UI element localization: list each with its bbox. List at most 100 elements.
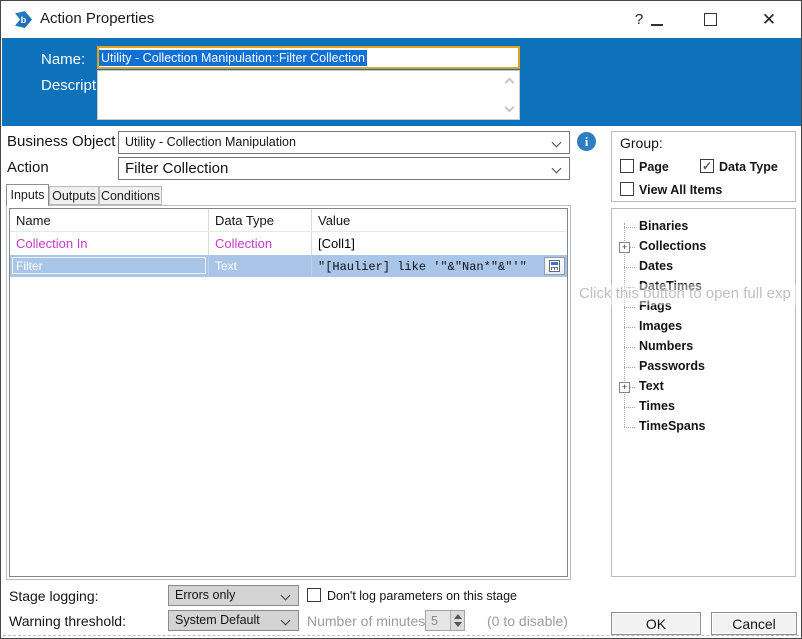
tree-item-text[interactable]: + Text: [612, 377, 795, 397]
dont-log-parameters-checkbox[interactable]: [307, 588, 321, 602]
info-icon[interactable]: i: [577, 132, 596, 151]
spinner-buttons[interactable]: [450, 611, 464, 630]
resize-edge[interactable]: [3, 635, 799, 636]
tab-conditions[interactable]: Conditions: [99, 186, 162, 205]
business-object-label: Business Object: [7, 133, 116, 150]
scroll-up-icon[interactable]: [504, 77, 515, 88]
view-all-items-checkbox-label: View All Items: [639, 183, 723, 197]
tree-item-label: Times: [639, 399, 675, 413]
minutes-spinner[interactable]: 5: [425, 610, 465, 631]
tree-item-label: Dates: [639, 259, 674, 273]
chevron-down-icon: [280, 590, 291, 601]
param-name: Collection In: [10, 232, 209, 255]
disable-hint-label: (0 to disable): [487, 613, 568, 629]
table-header-row: Name Data Type Value: [10, 209, 567, 232]
tree-item-collections[interactable]: + Collections: [612, 237, 795, 257]
table-row[interactable]: Collection In Collection [Coll1]: [10, 232, 567, 255]
description-input[interactable]: [97, 70, 520, 120]
data-type-checkbox[interactable]: ✓: [700, 159, 714, 173]
tree-item-label: Collections: [639, 239, 707, 253]
chevron-down-icon: [551, 163, 562, 174]
stage-logging-dropdown[interactable]: Errors only: [168, 585, 299, 606]
action-value: Filter Collection: [125, 160, 229, 177]
param-value-expression[interactable]: "[Haulier] like '"&"Nan*"&"'": [312, 255, 567, 277]
title-bar[interactable]: b Action Properties ? ✕: [1, 1, 801, 38]
fading-tooltip: Click this button to open full exp: [574, 284, 801, 305]
expression-editor-button[interactable]: [544, 257, 565, 275]
parameters-table: Name Data Type Value Collection In Colle…: [9, 208, 568, 577]
ok-button[interactable]: OK: [611, 612, 701, 635]
tree-connector: [624, 347, 635, 348]
blueprism-logo-icon: b: [15, 11, 32, 28]
param-value[interactable]: [Coll1]: [312, 232, 567, 255]
maximize-icon: [703, 13, 717, 26]
tree-item-label: Text: [639, 379, 664, 393]
tree-item-dates[interactable]: Dates: [612, 257, 795, 277]
column-header-value[interactable]: Value: [312, 209, 567, 231]
scroll-down-icon[interactable]: [504, 102, 515, 113]
window-title: Action Properties: [40, 10, 155, 27]
name-input[interactable]: Utility - Collection Manipulation::Filte…: [97, 46, 520, 69]
inputs-tab-page: Name Data Type Value Collection In Colle…: [6, 205, 571, 580]
minimize-icon: [651, 23, 663, 26]
cancel-button[interactable]: Cancel: [711, 612, 797, 635]
page-checkbox[interactable]: [620, 159, 634, 173]
tree-connector: [624, 367, 635, 368]
param-name-editbox[interactable]: Filter: [12, 257, 206, 274]
tab-inputs[interactable]: Inputs: [6, 184, 49, 206]
tree-item-label: Images: [639, 319, 683, 333]
page-checkbox-label: Page: [639, 160, 669, 174]
tree-connector: [624, 307, 635, 308]
warning-threshold-value: System Default: [175, 613, 260, 627]
tree-item-binaries[interactable]: Binaries: [612, 217, 795, 237]
action-dropdown[interactable]: Filter Collection: [118, 157, 570, 180]
tree-connector: [624, 427, 635, 428]
warning-threshold-label: Warning threshold:: [9, 613, 126, 629]
column-header-name[interactable]: Name: [10, 209, 209, 231]
tree-item-passwords[interactable]: Passwords: [612, 357, 795, 377]
group-title: Group:: [620, 135, 663, 151]
name-input-selected-text: Utility - Collection Manipulation::Filte…: [99, 49, 367, 66]
column-header-data-type[interactable]: Data Type: [209, 209, 312, 231]
tree-expand-icon[interactable]: +: [619, 382, 630, 393]
tree-expand-icon[interactable]: +: [619, 242, 630, 253]
dialog-header: Name: Utility - Collection Manipulation:…: [2, 38, 801, 126]
spinner-down-icon[interactable]: [454, 622, 462, 627]
view-all-items-checkbox[interactable]: [620, 182, 634, 196]
tree-item-label: Binaries: [639, 219, 689, 233]
data-type-checkbox-label: Data Type: [719, 160, 778, 174]
tree-item-timespans[interactable]: TimeSpans: [612, 417, 795, 437]
tree-item-label: TimeSpans: [639, 419, 706, 433]
close-button[interactable]: ✕: [754, 1, 784, 38]
stage-logging-value: Errors only: [175, 588, 236, 602]
tree-connector: [624, 227, 635, 228]
spinner-up-icon[interactable]: [454, 614, 462, 619]
table-row-selected[interactable]: Filter Text "[Haulier] like '"&"Nan*"&"'…: [10, 255, 567, 277]
tree-connector: [624, 327, 635, 328]
tree-item-label: Passwords: [639, 359, 706, 373]
maximize-button[interactable]: [697, 1, 723, 38]
param-data-type: Collection: [209, 232, 312, 255]
name-label: Name:: [41, 51, 86, 68]
dont-log-parameters-label: Don't log parameters on this stage: [327, 589, 517, 603]
tab-outputs[interactable]: Outputs: [49, 186, 99, 205]
param-name-cell: Filter: [10, 255, 209, 277]
tree-item-times[interactable]: Times: [612, 397, 795, 417]
warning-threshold-dropdown[interactable]: System Default: [168, 610, 299, 631]
minimize-button[interactable]: [646, 1, 668, 38]
stage-logging-label: Stage logging:: [9, 588, 99, 604]
tree-connector: [624, 267, 635, 268]
tree-item-images[interactable]: Images: [612, 317, 795, 337]
group-panel: Group: Page ✓ Data Type View All Items: [611, 131, 796, 202]
param-data-type: Text: [209, 255, 312, 277]
business-object-dropdown[interactable]: Utility - Collection Manipulation: [118, 131, 570, 154]
action-properties-dialog: b Action Properties ? ✕ Name: Utility - …: [0, 0, 802, 639]
data-items-tree: Binaries + Collections Dates DateTimes F…: [611, 208, 796, 577]
tree-item-numbers[interactable]: Numbers: [612, 337, 795, 357]
action-label: Action: [7, 159, 49, 176]
chevron-down-icon: [280, 615, 291, 626]
business-object-value: Utility - Collection Manipulation: [125, 135, 296, 149]
minutes-value: 5: [431, 614, 438, 628]
calculator-icon: [549, 260, 560, 272]
chevron-down-icon: [551, 137, 562, 148]
